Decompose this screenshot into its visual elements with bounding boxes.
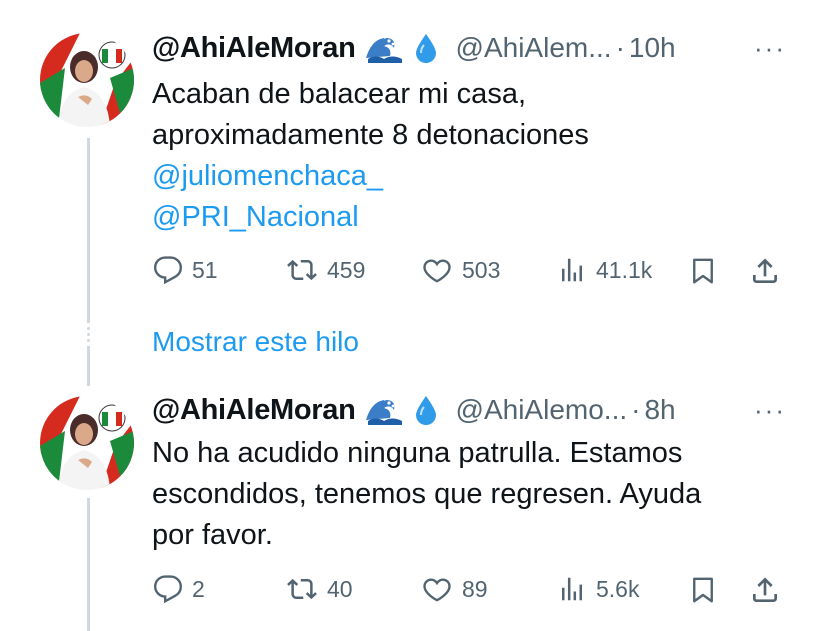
share-icon [753, 577, 777, 602]
avatar[interactable] [40, 396, 134, 490]
reply-button[interactable]: 2 [152, 574, 205, 604]
display-name[interactable]: @AhiAleMoran [152, 32, 356, 65]
views-icon [562, 577, 582, 601]
thread-dots [86, 327, 91, 345]
reply-count: 51 [192, 256, 218, 283]
views-button[interactable]: 5.6k [556, 574, 639, 604]
views-count: 5.6k [596, 575, 640, 602]
share-button[interactable] [749, 574, 781, 606]
handle[interactable]: @AhiAlem... [456, 32, 612, 64]
droplet-emoji-icon [414, 32, 438, 64]
like-button[interactable]: 89 [420, 574, 488, 604]
display-name[interactable]: @AhiAleMoran [152, 394, 356, 427]
retweet-count: 40 [327, 575, 353, 602]
wave-emoji-icon [364, 32, 404, 64]
avatar-image [40, 33, 134, 127]
retweet-count: 459 [327, 256, 366, 283]
like-count: 503 [462, 256, 501, 283]
share-button[interactable] [749, 255, 781, 287]
tweet-text-line: Acaban de balacear mi casa, [152, 78, 526, 110]
tweet-2[interactable]: @AhiAleMoran @AhiAlemo... · 8h ··· No ha… [0, 380, 828, 631]
timestamp[interactable]: 8h [644, 394, 675, 426]
tweet-text-line: No ha acudido ninguna patrulla. Estamos [152, 437, 683, 469]
like-button[interactable]: 503 [420, 255, 500, 285]
separator: · [615, 32, 625, 63]
droplet-emoji-icon [414, 394, 438, 426]
views-button[interactable]: 41.1k [556, 255, 652, 285]
more-options-icon[interactable]: ··· [754, 33, 786, 64]
views-icon [562, 258, 582, 282]
avatar-image [40, 396, 134, 490]
retweet-button[interactable]: 40 [285, 574, 353, 604]
like-icon [423, 578, 451, 602]
show-thread-link[interactable]: Mostrar este hilo [152, 326, 359, 358]
retweet-button[interactable]: 459 [285, 255, 365, 285]
action-bar: 51 459 503 41.1k [152, 255, 787, 285]
bookmark-icon [693, 258, 713, 284]
bookmark-button[interactable] [688, 255, 718, 287]
wave-emoji-icon [364, 394, 404, 426]
separator: · [631, 394, 641, 425]
tweet-text: No ha acudido ninguna patrulla. Estamos … [152, 433, 792, 556]
tweet-text-line: escondidos, tenemos que regresen. Ayuda [152, 478, 702, 510]
tweet-text-line: por favor. [152, 519, 273, 551]
handle[interactable]: @AhiAlemo... [456, 394, 628, 426]
tweet-text: Acaban de balacear mi casa, aproximadame… [152, 74, 792, 238]
bookmark-icon [693, 577, 713, 603]
reply-count: 2 [192, 575, 205, 602]
tweet-1[interactable]: @AhiAleMoran @AhiAlem... · 10h ··· Acaba… [0, 0, 828, 320]
like-icon [423, 259, 451, 283]
mention-link[interactable]: @juliomenchaca_ [152, 156, 792, 197]
tweet-text-line: aproximadamente 8 detonaciones [152, 119, 589, 151]
reply-icon [153, 575, 182, 604]
like-count: 89 [462, 575, 488, 602]
reply-icon [153, 256, 182, 285]
bookmark-button[interactable] [688, 574, 718, 606]
share-icon [753, 258, 777, 283]
avatar[interactable] [40, 33, 134, 127]
reply-button[interactable]: 51 [152, 255, 218, 285]
more-options-icon[interactable]: ··· [754, 395, 786, 426]
views-count: 41.1k [596, 256, 653, 283]
timestamp[interactable]: 10h [629, 32, 676, 64]
retweet-icon [287, 259, 317, 281]
action-bar: 2 40 89 5.6k [152, 574, 787, 604]
mention-link[interactable]: @PRI_Nacional [152, 197, 792, 238]
retweet-icon [287, 578, 317, 600]
